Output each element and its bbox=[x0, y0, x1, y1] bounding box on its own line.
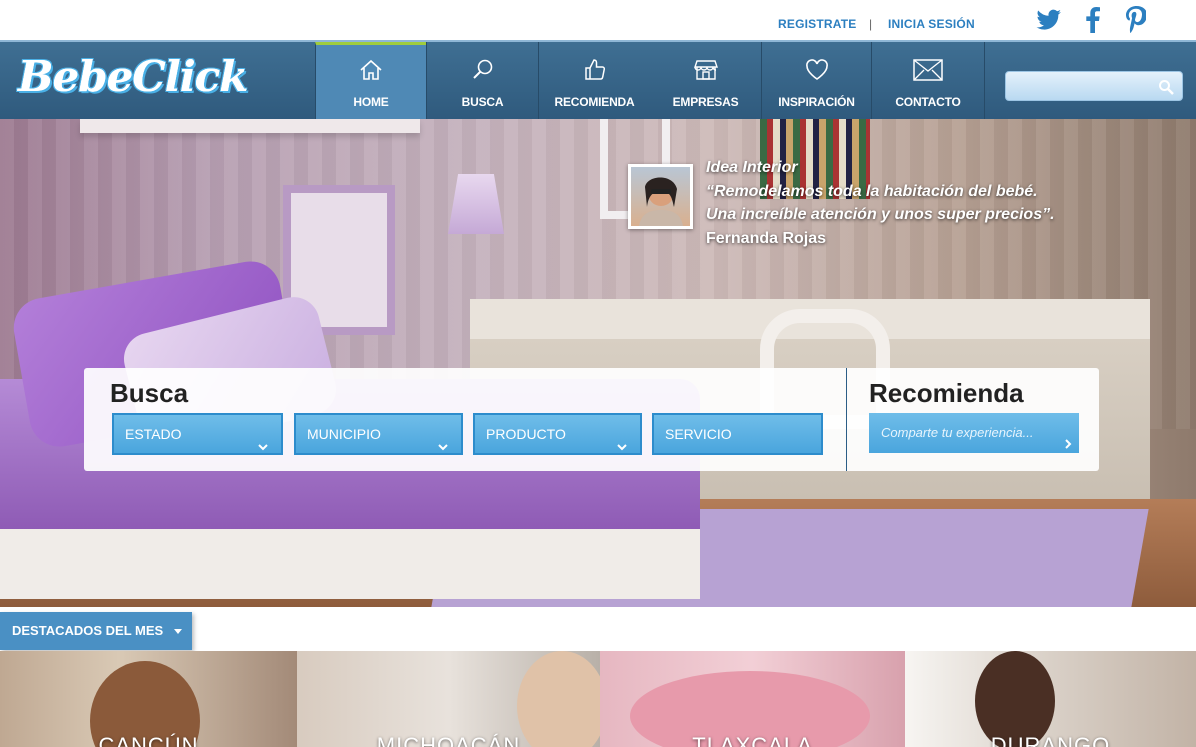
testimonial-text-line: Una increíble atención y unos super prec… bbox=[706, 206, 1055, 223]
top-utility-bar: REGISTRATE | INICIA SESIÓN bbox=[0, 0, 1196, 40]
chevron-down-icon bbox=[616, 428, 628, 466]
panel-divider bbox=[846, 368, 847, 471]
testimonial-avatar bbox=[628, 164, 693, 229]
store-icon bbox=[693, 58, 718, 82]
chevron-right-icon[interactable] bbox=[1063, 426, 1073, 466]
heart-icon bbox=[805, 58, 829, 82]
estado-select[interactable]: ESTADO bbox=[112, 413, 283, 455]
thumbs-up-icon bbox=[583, 58, 607, 82]
wall-shelf bbox=[80, 119, 420, 133]
search-icon[interactable] bbox=[1158, 79, 1174, 100]
nav-label-recomienda: RECOMIENDA bbox=[554, 95, 635, 109]
site-search-input[interactable] bbox=[1005, 71, 1183, 101]
nav-item-inspiracion[interactable]: INSPIRACIÓN bbox=[761, 42, 871, 119]
bebeclick-logo[interactable]: BebeClick bbox=[18, 52, 248, 101]
producto-select-label: PRODUCTO bbox=[486, 426, 566, 442]
nav-label-busca: BUSCA bbox=[461, 95, 504, 109]
nav-item-contacto[interactable]: CONTACTO bbox=[871, 42, 984, 119]
testimonial-text-line: “Remodelamos toda la habitación del bebé… bbox=[706, 182, 1038, 200]
producto-select[interactable]: PRODUCTO bbox=[473, 413, 642, 455]
card-label: DURANGO bbox=[990, 733, 1111, 747]
recomienda-title: Recomienda bbox=[869, 378, 1024, 408]
testimonial-company: Idea Interior bbox=[706, 159, 798, 176]
topbar-separator: | bbox=[869, 17, 873, 31]
servicio-select-label: SERVICIO bbox=[665, 426, 732, 442]
card-label: MICHOACÁN bbox=[376, 733, 521, 747]
featured-card-michoacan[interactable]: MICHOACÁN bbox=[297, 651, 600, 747]
nav-label-inspiracion: INSPIRACIÓN bbox=[778, 95, 855, 109]
register-link[interactable]: REGISTRATE bbox=[778, 17, 856, 31]
nav-divider bbox=[984, 42, 985, 119]
chevron-down-icon bbox=[257, 428, 269, 466]
nav-item-empresas[interactable]: EMPRESAS bbox=[650, 42, 761, 119]
testimonial-author: Fernanda Rojas bbox=[706, 229, 827, 247]
chevron-down-icon bbox=[437, 428, 449, 466]
busca-title: Busca bbox=[110, 378, 189, 408]
featured-tab-label: DESTACADOS DEL MES bbox=[12, 623, 164, 638]
chevron-down-icon bbox=[174, 629, 182, 634]
municipio-select-label: MUNICIPIO bbox=[307, 426, 381, 442]
recomienda-input[interactable]: Comparte tu experiencia... bbox=[869, 413, 1079, 453]
main-navbar: BebeClick HOME BUSCA RECOMIENDA EMPRESAS… bbox=[0, 40, 1196, 119]
featured-month-tab[interactable]: DESTACADOS DEL MES bbox=[0, 612, 192, 650]
login-link[interactable]: INICIA SESIÓN bbox=[888, 17, 975, 31]
nav-item-home[interactable]: HOME bbox=[315, 42, 426, 119]
hero-banner: Idea Interior “Remodelamos toda la habit… bbox=[0, 119, 1196, 607]
card-label: TLAXCALA bbox=[692, 733, 813, 747]
search-icon bbox=[471, 58, 495, 82]
nav-label-home: HOME bbox=[353, 95, 389, 109]
servicio-select[interactable]: SERVICIO bbox=[652, 413, 823, 455]
featured-card-durango[interactable]: DURANGO bbox=[905, 651, 1196, 747]
nav-label-empresas: EMPRESAS bbox=[672, 95, 739, 109]
nav-item-busca[interactable]: BUSCA bbox=[426, 42, 538, 119]
featured-card-cancun[interactable]: CANCÚN bbox=[0, 651, 297, 747]
featured-card-tlaxcala[interactable]: TLAXCALA bbox=[600, 651, 905, 747]
pinterest-icon[interactable] bbox=[1121, 4, 1151, 36]
card-label: CANCÚN bbox=[98, 733, 199, 747]
facebook-icon[interactable] bbox=[1078, 4, 1108, 36]
nav-item-recomienda[interactable]: RECOMIENDA bbox=[538, 42, 650, 119]
bed-base bbox=[0, 529, 700, 599]
testimonial-quote: Idea Interior “Remodelamos toda la habit… bbox=[706, 156, 1055, 250]
home-icon bbox=[359, 58, 383, 82]
envelope-icon bbox=[913, 58, 943, 82]
recomienda-placeholder: Comparte tu experiencia... bbox=[881, 425, 1034, 440]
municipio-select[interactable]: MUNICIPIO bbox=[294, 413, 463, 455]
search-panel: Busca ESTADO MUNICIPIO PRODUCTO SERVICIO… bbox=[84, 368, 1099, 471]
twitter-icon[interactable] bbox=[1034, 4, 1064, 36]
nav-label-contacto: CONTACTO bbox=[895, 95, 961, 109]
estado-select-label: ESTADO bbox=[125, 426, 182, 442]
